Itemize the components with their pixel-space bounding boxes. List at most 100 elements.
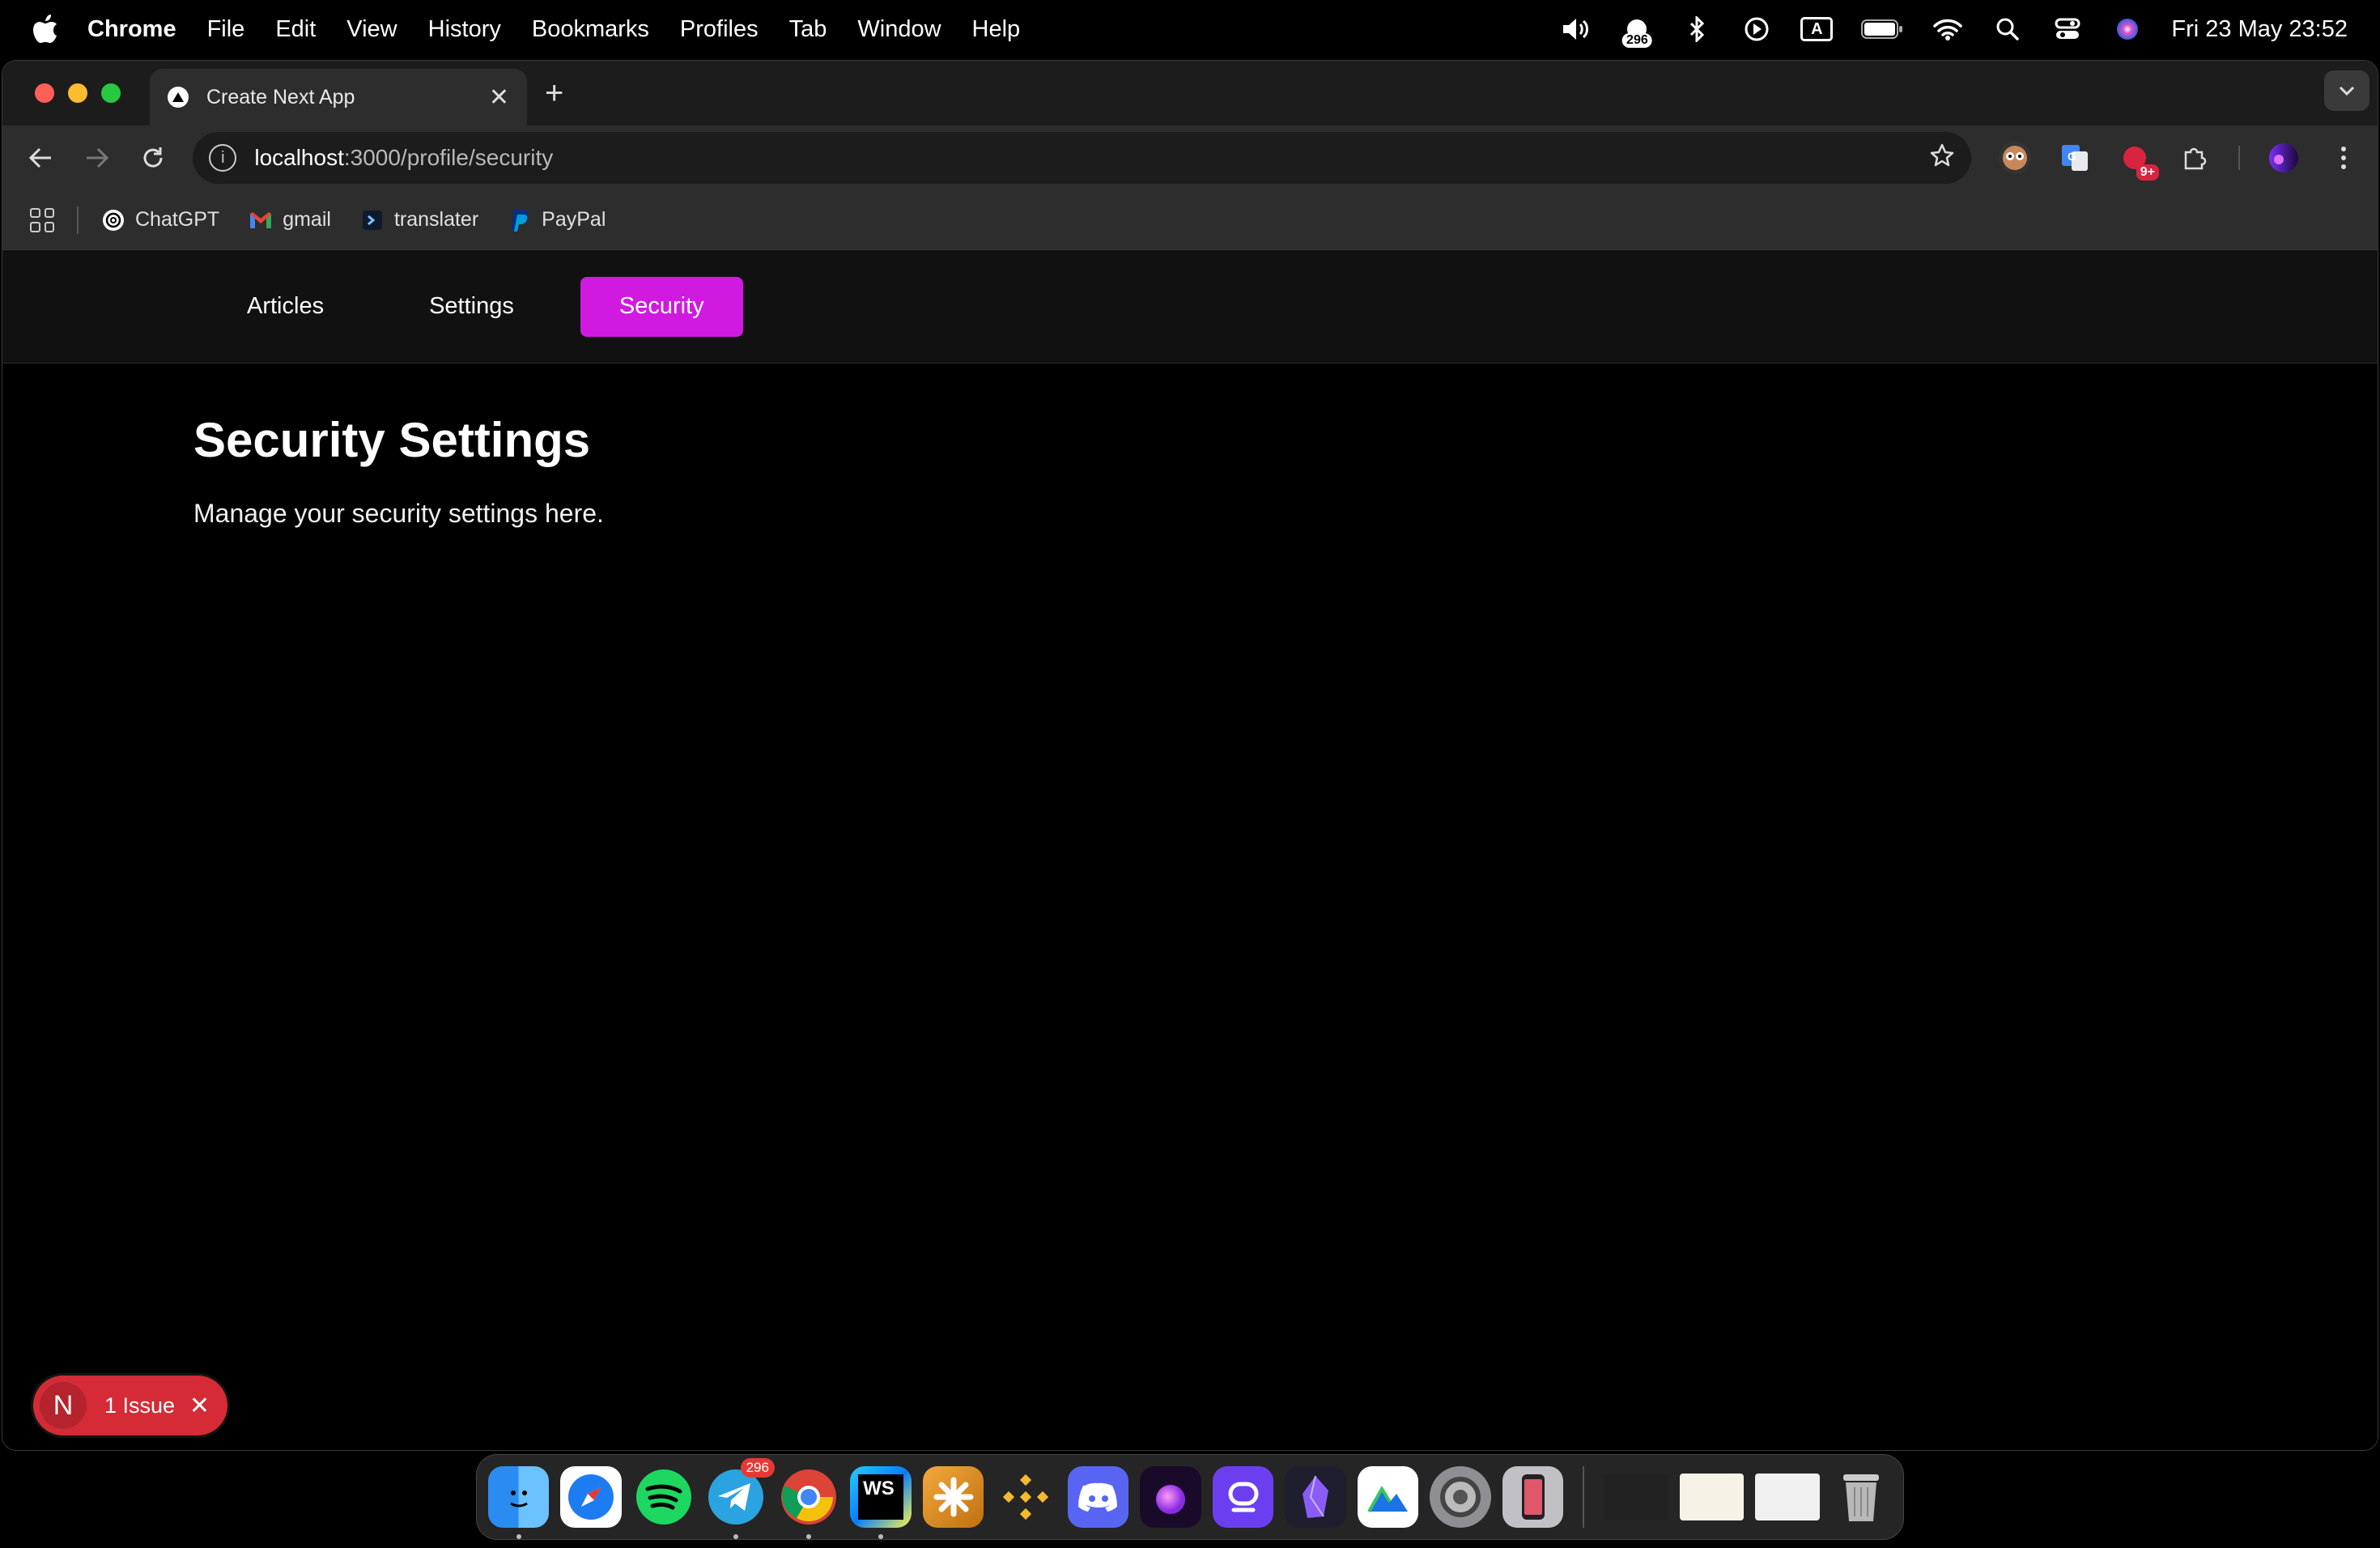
menu-profiles[interactable]: Profiles xyxy=(680,16,759,43)
spotlight-search-icon[interactable] xyxy=(1991,15,2024,43)
site-info-icon[interactable]: i xyxy=(209,144,237,172)
tab-strip: Create Next App ✕ + xyxy=(2,61,2378,125)
system-settings-icon[interactable] xyxy=(1430,1466,1491,1528)
macos-dock: 296 WS xyxy=(476,1454,1904,1540)
paypal-icon xyxy=(508,208,532,232)
web-page: Articles Settings Security Security Sett… xyxy=(2,250,2378,1450)
bookmark-label: translater xyxy=(393,208,479,231)
address-bar[interactable]: i localhost:3000/profile/security xyxy=(193,132,1971,184)
webstorm-label: WS xyxy=(858,1474,904,1520)
new-tab-button[interactable]: + xyxy=(545,75,563,112)
google-translate-extension-icon[interactable]: G xyxy=(2059,142,2091,174)
purple-chat-app-icon[interactable] xyxy=(1212,1466,1274,1528)
chatgpt-icon xyxy=(101,208,125,232)
minimized-window-thumbnail[interactable] xyxy=(1604,1474,1668,1520)
url-path: :3000/profile/security xyxy=(343,145,554,170)
menu-clock[interactable]: Fri 23 May 23:52 xyxy=(2171,16,2348,43)
menu-app-name[interactable]: Chrome xyxy=(87,16,176,43)
tab-search-button[interactable] xyxy=(2324,70,2369,111)
profile-nav: Articles Settings Security xyxy=(2,250,2378,364)
bookmark-paypal[interactable]: PayPal xyxy=(508,208,606,232)
reload-button[interactable] xyxy=(134,138,174,178)
window-controls xyxy=(35,83,121,103)
issue-count-label[interactable]: 1 Issue xyxy=(104,1393,175,1418)
extension-owl-icon[interactable] xyxy=(1998,142,2031,174)
tab-title: Create Next App xyxy=(206,85,355,108)
menu-edit[interactable]: Edit xyxy=(275,16,316,43)
bookmark-label: PayPal xyxy=(542,208,606,231)
page-content: Security Settings Manage your security s… xyxy=(2,364,2378,529)
toolbar-separator xyxy=(2238,146,2240,170)
bookmark-translater[interactable]: translater xyxy=(360,208,478,232)
chrome-icon[interactable] xyxy=(778,1466,839,1539)
notification-count: 296 xyxy=(1622,33,1652,48)
nextjs-issues-indicator[interactable]: N 1 Issue ✕ xyxy=(33,1376,227,1435)
nextjs-logo-icon: N xyxy=(40,1382,87,1429)
control-center-icon[interactable] xyxy=(2051,15,2084,43)
siri-icon[interactable] xyxy=(2111,15,2144,43)
bookmark-gmail[interactable]: gmail xyxy=(249,208,331,232)
trash-icon[interactable] xyxy=(1831,1466,1892,1528)
webstorm-icon[interactable]: WS xyxy=(850,1466,912,1539)
now-playing-icon[interactable] xyxy=(1740,15,1773,43)
mountain-app-icon[interactable] xyxy=(1357,1466,1419,1528)
binance-icon[interactable] xyxy=(995,1466,1056,1528)
extension-badge: 9+ xyxy=(2136,164,2159,181)
running-indicator xyxy=(878,1534,884,1539)
browser-tab-active[interactable]: Create Next App ✕ xyxy=(150,69,527,125)
menu-view[interactable]: View xyxy=(346,16,397,43)
page-description: Manage your security settings here. xyxy=(193,499,604,528)
back-button[interactable] xyxy=(20,138,61,178)
battery-icon[interactable] xyxy=(1860,15,1904,43)
menu-file[interactable]: File xyxy=(207,16,245,43)
menu-help[interactable]: Help xyxy=(972,16,1021,43)
menu-history[interactable]: History xyxy=(428,16,501,43)
volume-icon[interactable] xyxy=(1561,15,1593,43)
wifi-icon[interactable] xyxy=(1932,15,1964,43)
browser-toolbar: i localhost:3000/profile/security G 9+ xyxy=(2,125,2378,190)
apple-icon[interactable] xyxy=(32,15,60,44)
bookmark-chatgpt[interactable]: ChatGPT xyxy=(101,208,219,232)
menu-tab[interactable]: Tab xyxy=(789,16,827,43)
iphone-mirroring-icon[interactable] xyxy=(1502,1466,1564,1528)
nav-articles-link[interactable]: Articles xyxy=(193,277,363,337)
discord-icon[interactable] xyxy=(1067,1466,1129,1528)
extensions-puzzle-icon[interactable] xyxy=(2178,142,2211,174)
asterisk-app-icon[interactable] xyxy=(922,1466,984,1528)
bookmark-label: ChatGPT xyxy=(135,208,220,231)
browser-menu-icon[interactable] xyxy=(2327,142,2360,174)
close-window-button[interactable] xyxy=(35,83,54,103)
zoom-window-button[interactable] xyxy=(101,83,121,103)
bookmark-star-icon[interactable] xyxy=(1929,142,1955,174)
minimized-window-thumbnail[interactable] xyxy=(1755,1474,1820,1520)
bookmarks-separator xyxy=(77,206,79,234)
input-source-icon[interactable]: A xyxy=(1800,15,1834,43)
extension-red-icon[interactable]: 9+ xyxy=(2119,142,2159,181)
running-indicator xyxy=(805,1534,811,1539)
close-tab-icon[interactable]: ✕ xyxy=(489,83,509,112)
bookmark-label: gmail xyxy=(283,208,331,231)
spotify-icon[interactable] xyxy=(633,1466,694,1528)
browser-window: Create Next App ✕ + i localhost:3000/pro… xyxy=(2,60,2378,1451)
minimize-window-button[interactable] xyxy=(68,83,87,103)
profile-avatar[interactable] xyxy=(2267,142,2300,174)
menu-bookmarks[interactable]: Bookmarks xyxy=(532,16,649,43)
bookmarks-bar: ChatGPT gmail translater PayPal xyxy=(2,190,2378,250)
arc-orb-app-icon[interactable] xyxy=(1140,1466,1201,1528)
nav-security-link[interactable]: Security xyxy=(580,276,743,337)
translator-icon xyxy=(360,208,385,232)
gmail-icon xyxy=(249,208,273,232)
nav-settings-link[interactable]: Settings xyxy=(390,277,553,337)
apps-grid-icon[interactable] xyxy=(30,207,54,232)
menu-window[interactable]: Window xyxy=(857,16,941,43)
notification-status-icon[interactable]: 296 xyxy=(1621,15,1653,48)
minimized-window-thumbnail[interactable] xyxy=(1679,1474,1745,1520)
dismiss-issues-icon[interactable]: ✕ xyxy=(189,1392,210,1420)
bluetooth-icon[interactable] xyxy=(1681,15,1713,43)
safari-icon[interactable] xyxy=(560,1466,622,1528)
telegram-icon[interactable]: 296 xyxy=(705,1458,775,1539)
obsidian-icon[interactable] xyxy=(1285,1466,1346,1528)
forward-button[interactable] xyxy=(77,138,117,178)
dock-separator xyxy=(1583,1466,1585,1528)
finder-icon[interactable] xyxy=(488,1466,550,1539)
